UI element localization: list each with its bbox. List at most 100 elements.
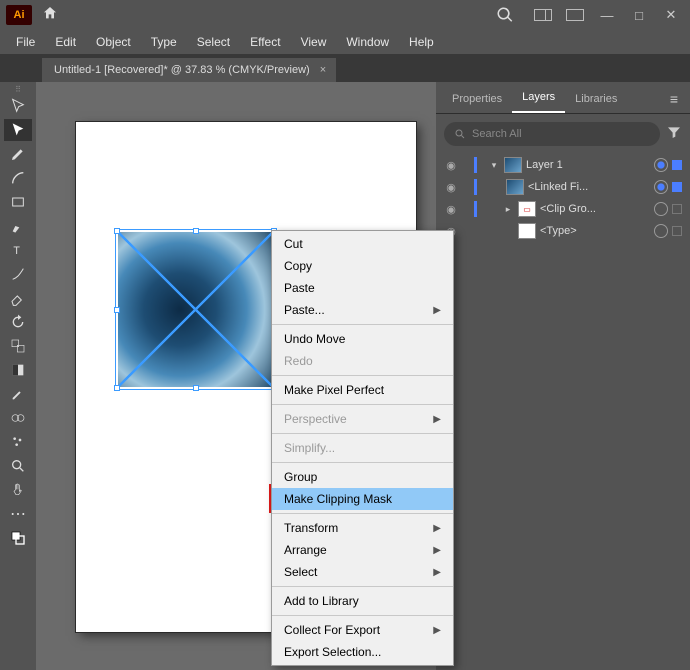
toolbar-handle-icon[interactable]: ⠿ bbox=[0, 84, 36, 94]
menu-view[interactable]: View bbox=[291, 31, 337, 53]
layer-row[interactable]: ◉ ▸ ▭ <Clip Gro... bbox=[440, 198, 686, 220]
blend-tool[interactable] bbox=[4, 407, 32, 429]
disclosure-icon[interactable]: ▾ bbox=[488, 160, 500, 171]
layer-row[interactable]: ◉ <Type> bbox=[440, 220, 686, 242]
rotate-tool[interactable] bbox=[4, 311, 32, 333]
linked-file-overlay-icon bbox=[118, 232, 273, 387]
menu-help[interactable]: Help bbox=[399, 31, 444, 53]
layer-thumbnail bbox=[518, 223, 536, 239]
menu-select[interactable]: Select bbox=[187, 31, 240, 53]
selection-indicator-icon[interactable] bbox=[672, 226, 682, 236]
visibility-icon[interactable]: ◉ bbox=[440, 181, 462, 194]
menu-separator bbox=[272, 586, 453, 587]
menu-type[interactable]: Type bbox=[141, 31, 187, 53]
menu-effect[interactable]: Effect bbox=[240, 31, 290, 53]
close-tab-icon[interactable]: × bbox=[320, 64, 326, 76]
workspace-switcher-icon[interactable] bbox=[534, 9, 552, 21]
tab-layers[interactable]: Layers bbox=[512, 83, 565, 113]
rectangle-tool[interactable] bbox=[4, 191, 32, 213]
menu-object[interactable]: Object bbox=[86, 31, 141, 53]
context-menu-item: Simplify... bbox=[272, 437, 453, 459]
placed-image[interactable] bbox=[118, 232, 273, 387]
toolbar: ⠿ T ⋯ bbox=[0, 82, 36, 670]
close-button[interactable]: ✕ bbox=[662, 7, 680, 23]
layer-name[interactable]: <Type> bbox=[540, 225, 650, 237]
layer-name[interactable]: Layer 1 bbox=[526, 159, 650, 171]
layer-search-input[interactable]: Search All bbox=[444, 122, 660, 146]
zoom-tool[interactable] bbox=[4, 455, 32, 477]
filter-icon[interactable] bbox=[666, 124, 682, 145]
direct-selection-tool[interactable] bbox=[4, 119, 32, 141]
context-menu-item[interactable]: Paste bbox=[272, 277, 453, 299]
svg-text:T: T bbox=[13, 245, 20, 257]
tab-libraries[interactable]: Libraries bbox=[565, 85, 627, 113]
layer-row[interactable]: ◉ <Linked Fi... bbox=[440, 176, 686, 198]
selection-indicator-icon[interactable] bbox=[672, 204, 682, 214]
pen-tool[interactable] bbox=[4, 143, 32, 165]
context-menu-item[interactable]: Paste...▶ bbox=[272, 299, 453, 321]
context-menu-item[interactable]: Collect For Export▶ bbox=[272, 619, 453, 641]
maximize-button[interactable]: □ bbox=[630, 8, 648, 23]
target-icon[interactable] bbox=[654, 202, 668, 216]
edit-toolbar-icon[interactable]: ⋯ bbox=[4, 503, 32, 525]
arrange-documents-icon[interactable] bbox=[566, 9, 584, 21]
context-menu-item[interactable]: Undo Move bbox=[272, 328, 453, 350]
context-menu-item[interactable]: Make Clipping Mask bbox=[272, 488, 453, 510]
context-menu-item[interactable]: Cut bbox=[272, 233, 453, 255]
menu-file[interactable]: File bbox=[6, 31, 45, 53]
menu-separator bbox=[272, 513, 453, 514]
context-menu-item[interactable]: Group bbox=[272, 466, 453, 488]
context-menu-item[interactable]: Add to Library bbox=[272, 590, 453, 612]
context-menu-item[interactable]: Copy bbox=[272, 255, 453, 277]
context-menu-item[interactable]: Transform▶ bbox=[272, 517, 453, 539]
title-bar: Ai — □ ✕ bbox=[0, 0, 690, 30]
search-icon bbox=[454, 128, 466, 140]
menu-window[interactable]: Window bbox=[336, 31, 399, 53]
selection-indicator-icon[interactable] bbox=[672, 160, 682, 170]
target-icon[interactable] bbox=[654, 158, 668, 172]
target-icon[interactable] bbox=[654, 180, 668, 194]
symbol-sprayer-tool[interactable] bbox=[4, 431, 32, 453]
layer-name[interactable]: <Clip Gro... bbox=[540, 203, 650, 215]
panel-dock: Properties Layers Libraries ≡ Search All… bbox=[436, 82, 690, 670]
context-menu-item[interactable]: Make Pixel Perfect bbox=[272, 379, 453, 401]
resize-handle[interactable] bbox=[114, 228, 120, 234]
target-icon[interactable] bbox=[654, 224, 668, 238]
context-menu-item[interactable]: Select▶ bbox=[272, 561, 453, 583]
document-tab[interactable]: Untitled-1 [Recovered]* @ 37.83 % (CMYK/… bbox=[42, 58, 336, 82]
resize-handle[interactable] bbox=[114, 385, 120, 391]
resize-handle[interactable] bbox=[193, 228, 199, 234]
menu-separator bbox=[272, 324, 453, 325]
resize-handle[interactable] bbox=[114, 307, 120, 313]
tab-properties[interactable]: Properties bbox=[442, 85, 512, 113]
hand-tool[interactable] bbox=[4, 479, 32, 501]
home-icon[interactable] bbox=[42, 5, 58, 26]
selection-tool[interactable] bbox=[4, 95, 32, 117]
visibility-icon[interactable]: ◉ bbox=[440, 159, 462, 172]
eyedropper-tool[interactable] bbox=[4, 383, 32, 405]
layer-row[interactable]: ◉ ▾ Layer 1 bbox=[440, 154, 686, 176]
minimize-button[interactable]: — bbox=[598, 8, 616, 23]
line-segment-tool[interactable] bbox=[4, 263, 32, 285]
menu-edit[interactable]: Edit bbox=[45, 31, 86, 53]
layer-name[interactable]: <Linked Fi... bbox=[528, 181, 650, 193]
search-icon[interactable] bbox=[496, 6, 514, 24]
scale-tool[interactable] bbox=[4, 335, 32, 357]
type-tool[interactable]: T bbox=[4, 239, 32, 261]
document-title: Untitled-1 [Recovered]* @ 37.83 % (CMYK/… bbox=[54, 64, 310, 76]
curvature-tool[interactable] bbox=[4, 167, 32, 189]
context-menu-item[interactable]: Arrange▶ bbox=[272, 539, 453, 561]
context-menu-item[interactable]: Export Selection... bbox=[272, 641, 453, 663]
paintbrush-tool[interactable] bbox=[4, 215, 32, 237]
resize-handle[interactable] bbox=[193, 385, 199, 391]
disclosure-icon[interactable]: ▸ bbox=[502, 204, 514, 215]
panel-menu-icon[interactable]: ≡ bbox=[664, 85, 684, 113]
context-menu-item: Redo bbox=[272, 350, 453, 372]
gradient-tool[interactable] bbox=[4, 359, 32, 381]
submenu-arrow-icon: ▶ bbox=[433, 545, 441, 556]
document-tab-bar: Untitled-1 [Recovered]* @ 37.83 % (CMYK/… bbox=[0, 54, 690, 82]
visibility-icon[interactable]: ◉ bbox=[440, 203, 462, 216]
selection-indicator-icon[interactable] bbox=[672, 182, 682, 192]
fill-stroke-icon[interactable] bbox=[4, 527, 32, 549]
eraser-tool[interactable] bbox=[4, 287, 32, 309]
